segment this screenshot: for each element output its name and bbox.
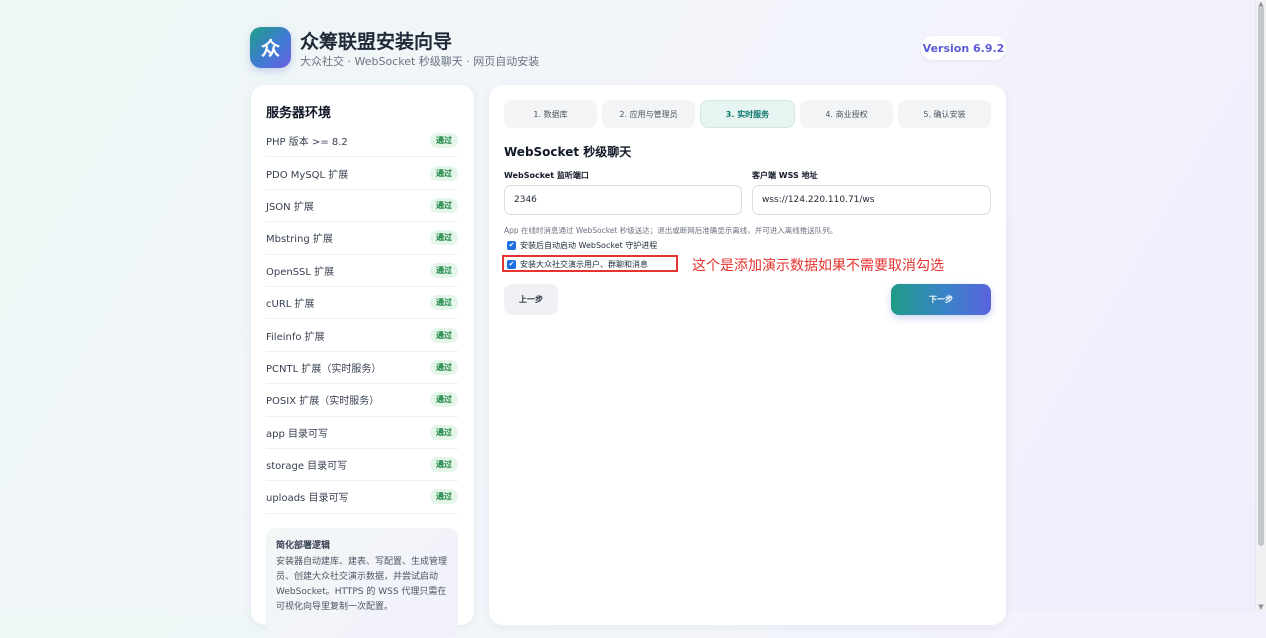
- env-check-label: PDO MySQL 扩展: [266, 169, 349, 181]
- env-check-label: app 目录可写: [266, 428, 329, 440]
- page-scrollbar[interactable]: ▲ ▼: [1255, 0, 1266, 611]
- env-check-item: JSON 扩展 通过: [266, 190, 458, 223]
- env-check-item: PDO MySQL 扩展 通过: [266, 157, 458, 190]
- wss-label: 客户端 WSS 地址: [752, 171, 818, 180]
- env-check-label: Fileinfo 扩展: [266, 331, 325, 343]
- scroll-down-icon[interactable]: ▼: [1257, 603, 1265, 611]
- status-badge: 通过: [430, 327, 458, 343]
- logo-icon: 众: [260, 38, 280, 60]
- status-badge: 通过: [430, 424, 458, 440]
- next-button[interactable]: 下一步: [891, 284, 991, 315]
- env-check-item: OpenSSL 扩展 通过: [266, 255, 458, 287]
- env-check-item: storage 目录可写 通过: [266, 449, 458, 482]
- status-badge: 通过: [430, 165, 458, 181]
- env-check-label: OpenSSL 扩展: [266, 266, 335, 278]
- port-input[interactable]: [504, 185, 742, 215]
- app-subtitle: 大众社交 · WebSocket 秒级聊天 · 网页自动安装: [300, 55, 540, 68]
- step-tab-1[interactable]: 1. 数据库: [504, 100, 597, 128]
- wss-input[interactable]: [752, 185, 991, 215]
- status-badge: 通过: [430, 197, 458, 213]
- step-tabs: 1. 数据库 2. 应用与管理员 3. 实时服务 4. 商业授权 5. 确认安装: [504, 100, 991, 128]
- daemon-checkbox-row[interactable]: ✔ 安装后自动启动 WebSocket 守护进程: [507, 240, 657, 251]
- deploy-note-body: 安装器自动建库、建表、写配置、生成管理员、创建大众社交演示数据，并尝试启动 We…: [276, 557, 448, 612]
- demo-data-checkbox-label: 安装大众社交演示用户、群聊和消息: [520, 260, 648, 269]
- status-badge: 通过: [430, 489, 458, 505]
- status-badge: 通过: [430, 359, 458, 375]
- checkbox-checked-icon[interactable]: ✔: [507, 241, 516, 250]
- section-title: WebSocket 秒级聊天: [504, 145, 632, 159]
- app-logo: 众: [250, 27, 291, 68]
- env-check-item: PHP 版本 >= 8.2 通过: [266, 125, 458, 158]
- status-badge: 通过: [430, 457, 458, 473]
- step-tab-5[interactable]: 5. 确认安装: [898, 100, 991, 128]
- help-text: App 在线时消息通过 WebSocket 秒级送达；退出或断网后准确显示离线，…: [504, 226, 838, 235]
- checkbox-checked-icon[interactable]: ✔: [507, 260, 516, 269]
- status-badge: 通过: [430, 230, 458, 246]
- env-check-label: Mbstring 扩展: [266, 234, 333, 246]
- env-check-item: PCNTL 扩展（实时服务） 通过: [266, 352, 458, 385]
- daemon-checkbox-label: 安装后自动启动 WebSocket 守护进程: [520, 241, 658, 250]
- env-check-item: Fileinfo 扩展 通过: [266, 319, 458, 352]
- prev-button[interactable]: 上一步: [504, 284, 558, 315]
- env-check-item: uploads 目录可写 通过: [266, 481, 458, 514]
- status-badge: 通过: [430, 392, 458, 408]
- env-check-label: storage 目录可写: [266, 461, 348, 473]
- env-check-label: PHP 版本 >= 8.2: [266, 137, 348, 149]
- scrollbar-thumb[interactable]: [1258, 6, 1264, 546]
- status-badge: 通过: [430, 295, 458, 311]
- env-list: PHP 版本 >= 8.2 通过 PDO MySQL 扩展 通过 JSON 扩展 通过 Mb…: [266, 125, 458, 514]
- status-badge: 通过: [430, 262, 458, 278]
- step-tab-3[interactable]: 3. 实时服务: [700, 100, 795, 128]
- env-check-label: cURL 扩展: [266, 299, 315, 311]
- step-tab-4[interactable]: 4. 商业授权: [800, 100, 893, 128]
- env-check-item: app 目录可写 通过: [266, 417, 458, 449]
- step-tab-2[interactable]: 2. 应用与管理员: [602, 100, 695, 128]
- server-env-card: 服务器环境 PHP 版本 >= 8.2 通过 PDO MySQL 扩展 通过 JSON …: [251, 85, 474, 638]
- deploy-note-title: 简化部署逻辑: [276, 541, 331, 551]
- port-label: WebSocket 监听端口: [504, 171, 589, 180]
- status-badge: 通过: [430, 133, 458, 149]
- env-check-label: JSON 扩展: [266, 201, 314, 213]
- env-check-label: uploads 目录可写: [266, 493, 349, 505]
- env-check-item: cURL 扩展 通过: [266, 287, 458, 320]
- demo-data-checkbox-row[interactable]: ✔ 安装大众社交演示用户、群聊和消息: [507, 259, 648, 270]
- annotation-text: 这个是添加演示数据如果不需要取消勾选: [692, 258, 944, 274]
- version-badge: Version 6.9.2: [921, 36, 1006, 60]
- env-check-label: POSIX 扩展（实时服务）: [266, 396, 380, 408]
- env-title: 服务器环境: [266, 106, 332, 121]
- deploy-note: 简化部署逻辑 安装器自动建库、建表、写配置、生成管理员、创建大众社交演示数据，并…: [266, 528, 458, 638]
- env-check-label: PCNTL 扩展（实时服务）: [266, 363, 382, 375]
- app-title: 众筹联盟安装向导: [300, 31, 453, 53]
- env-check-item: Mbstring 扩展 通过: [266, 222, 458, 255]
- main-card: 1. 数据库 2. 应用与管理员 3. 实时服务 4. 商业授权 5. 确认安装 Web…: [489, 85, 1006, 625]
- env-check-item: POSIX 扩展（实时服务） 通过: [266, 384, 458, 417]
